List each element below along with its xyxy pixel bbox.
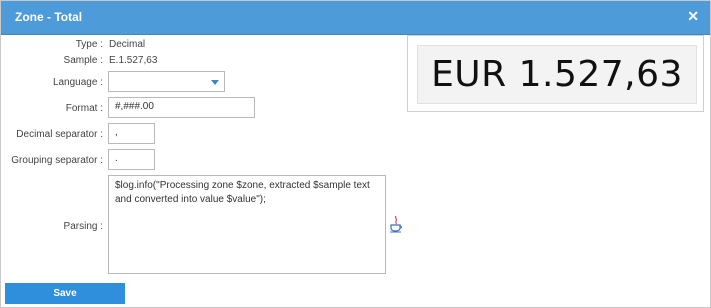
format-label: Format :	[65, 103, 103, 114]
language-select[interactable]	[108, 71, 225, 92]
grouping-separator-label: Grouping separator :	[11, 155, 103, 166]
language-label: Language :	[52, 77, 103, 88]
sample-preview-panel: EUR 1.527,63	[407, 35, 704, 112]
save-button[interactable]: Save	[5, 283, 125, 304]
sample-value: E.1.527,63	[109, 55, 158, 66]
dialog-titlebar: Zone - Total ✕	[1, 1, 710, 35]
grouping-separator-input[interactable]: .	[108, 149, 155, 170]
type-label: Type :	[75, 39, 103, 50]
sample-label: Sample :	[63, 55, 103, 66]
dialog-title: Zone - Total	[15, 10, 83, 24]
chevron-down-icon[interactable]	[211, 80, 219, 85]
decimal-separator-label: Decimal separator :	[16, 129, 103, 140]
format-input[interactable]: #,###.00	[108, 97, 255, 118]
decimal-separator-input[interactable]: ,	[108, 123, 155, 144]
sample-preview-image: EUR 1.527,63	[417, 45, 697, 104]
type-value: Decimal	[109, 39, 146, 50]
java-icon[interactable]	[389, 215, 403, 233]
parsing-textarea[interactable]: $log.info("Processing zone $zone, extrac…	[108, 175, 386, 274]
close-icon[interactable]: ✕	[687, 8, 699, 25]
zone-dialog: Zone - Total ✕ Type : Decimal Sample : E…	[0, 0, 711, 308]
parsing-label: Parsing :	[63, 221, 103, 232]
